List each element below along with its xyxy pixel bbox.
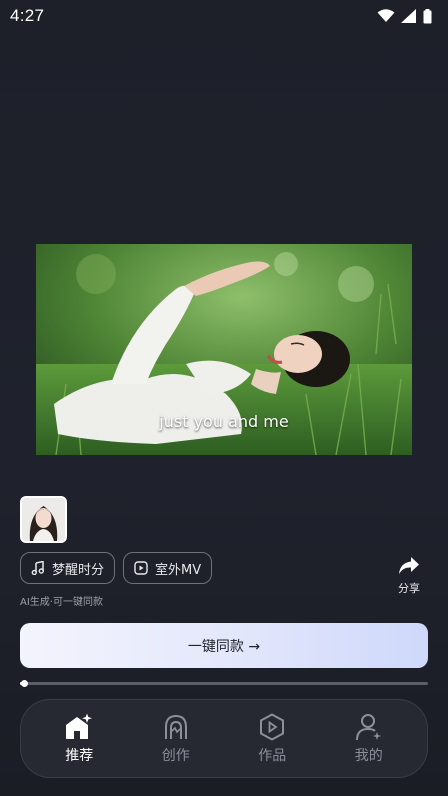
nav-label-create: 创作 <box>161 747 190 764</box>
nav-label-recommend: 推荐 <box>65 747 94 764</box>
nav-label-profile: 我的 <box>354 747 383 764</box>
one-click-same-button[interactable]: 一键同款 → <box>20 623 428 668</box>
video-progress-bar[interactable] <box>20 680 428 687</box>
nav-item-works[interactable]: 作品 <box>237 712 307 765</box>
ai-generated-note: AI生成·可一键同款 <box>20 597 103 608</box>
tag-chip-song[interactable]: 梦醒时分 <box>20 552 116 584</box>
video-player[interactable]: just you and me <box>36 244 412 455</box>
nav-item-create[interactable]: 创作 <box>141 713 211 765</box>
create-icon <box>164 714 187 739</box>
cellular-signal-icon <box>401 9 416 23</box>
home-sparkle-icon <box>66 713 93 739</box>
tag-chip-style[interactable]: 室外MV <box>123 552 213 584</box>
avatar-portrait-icon <box>22 498 65 541</box>
wifi-icon <box>377 9 395 22</box>
video-lyric-caption: just you and me <box>159 412 289 431</box>
status-bar: 4:27 <box>0 0 448 32</box>
share-icon <box>399 557 419 574</box>
share-button[interactable]: 分享 <box>392 556 426 596</box>
tag-chip-style-label: 室外MV <box>155 562 202 578</box>
works-play-icon <box>260 712 285 741</box>
tag-chips: 梦醒时分 室外MV <box>20 552 213 584</box>
nav-item-profile[interactable]: 我的 <box>334 713 404 765</box>
bottom-nav: 推荐 创作 作品 我的 <box>20 699 428 778</box>
video-play-icon <box>134 561 148 575</box>
video-progress-thumb[interactable] <box>21 680 29 687</box>
battery-icon <box>423 8 432 23</box>
music-note-icon <box>31 561 45 575</box>
profile-icon <box>355 713 381 740</box>
nav-label-works: 作品 <box>258 747 287 764</box>
creator-avatar[interactable] <box>20 496 67 543</box>
nav-item-recommend[interactable]: 推荐 <box>44 713 114 765</box>
tag-chip-song-label: 梦醒时分 <box>52 562 105 578</box>
one-click-same-label: 一键同款 → <box>187 638 261 655</box>
share-label: 分享 <box>398 582 420 595</box>
status-time: 4:27 <box>10 6 45 25</box>
status-icons <box>377 8 432 24</box>
